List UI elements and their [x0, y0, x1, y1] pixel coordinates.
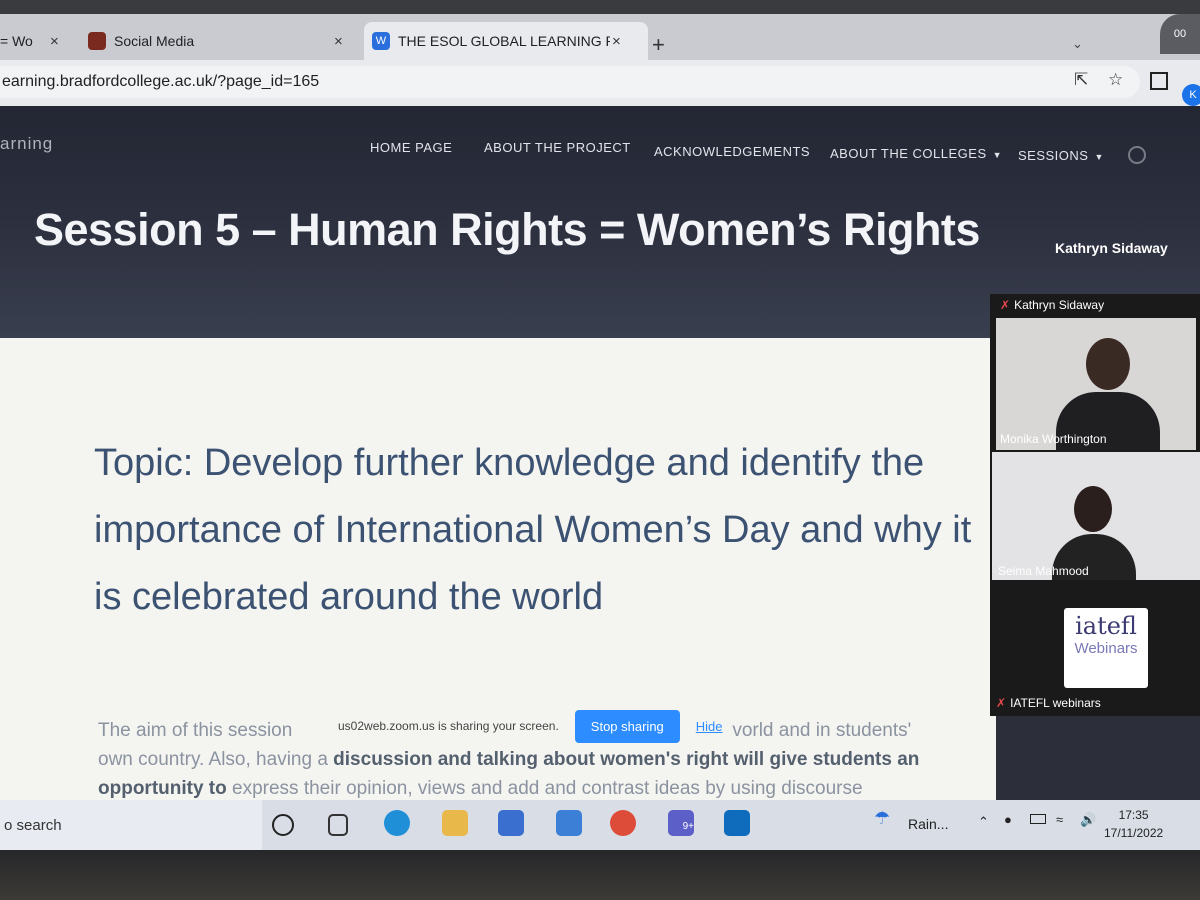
store-icon[interactable] [498, 810, 524, 836]
nav-label: ABOUT THE COLLEGES [830, 146, 987, 161]
edge-icon[interactable] [384, 810, 410, 836]
close-icon[interactable]: × [50, 33, 59, 50]
clock-date: 17/11/2022 [1104, 826, 1164, 840]
volume-icon[interactable]: 🔊 [1080, 812, 1096, 828]
file-explorer-icon[interactable] [442, 810, 468, 836]
microphone-icon[interactable]: ● [1004, 812, 1012, 827]
screen-share-banner: us02web.zoom.us is sharing your screen. … [330, 708, 766, 744]
clock-time: 17:35 [1118, 808, 1149, 822]
body-line2a: own country. Also, having a [98, 749, 334, 770]
weather-text[interactable]: Rain... [908, 816, 948, 832]
cortana-icon[interactable] [272, 814, 294, 836]
participant-label: ✗ Kathryn Sidaway [1000, 298, 1104, 312]
taskbar-search[interactable]: o search [0, 800, 262, 850]
chrome-icon[interactable] [610, 810, 636, 836]
url-text: earning.bradfordcollege.ac.uk/?page_id=1… [2, 73, 320, 90]
task-view-icon[interactable] [328, 814, 348, 836]
battery-icon[interactable] [1030, 814, 1046, 824]
nav-sessions[interactable]: SESSIONS ▼ [1018, 148, 1104, 163]
profile-avatar[interactable]: K [1182, 84, 1200, 106]
wifi-icon[interactable]: ≈ [1056, 812, 1063, 827]
participant-name: IATEFL webinars [1010, 696, 1101, 710]
hide-banner-link[interactable]: Hide [696, 719, 723, 734]
iatefl-logo: iatefl Webinars [1064, 608, 1148, 688]
body-line3b: express their opinion, views and add and… [226, 778, 863, 799]
mic-muted-icon: ✗ [996, 696, 1007, 710]
nav-about-the-colleges[interactable]: ABOUT THE COLLEGES ▼ [830, 146, 1002, 161]
tab-esol-global-learning[interactable]: W THE ESOL GLOBAL LEARNING PR × [364, 22, 648, 60]
participant-name: Kathryn Sidaway [1014, 298, 1105, 312]
nav-about-the-project[interactable]: ABOUT THE PROJECT [484, 140, 631, 155]
stop-sharing-button[interactable]: Stop sharing [574, 709, 680, 743]
active-speaker-name: Kathryn Sidaway [1055, 240, 1168, 256]
tab-women[interactable]: = Wo × [0, 22, 72, 60]
outlook-icon[interactable] [724, 810, 750, 836]
page-title: Session 5 – Human Rights = Women’s Right… [34, 204, 980, 255]
topic-heading: Topic: Develop further knowledge and ide… [94, 442, 972, 618]
tab-search-chevron-icon[interactable]: ⌄ [1072, 36, 1083, 52]
teams-icon[interactable]: 9+ [668, 810, 694, 836]
monitor-screen: = Wo × Social Media × W THE ESOL GLOBAL … [0, 0, 1200, 900]
participant-head [1086, 338, 1130, 390]
close-icon[interactable]: × [612, 33, 621, 50]
bookmark-star-icon[interactable]: ☆ [1108, 70, 1123, 90]
body-line3-bold: opportunity to [98, 778, 227, 799]
caret-down-icon: ▼ [1094, 152, 1104, 162]
video-tile-monika[interactable]: Monika Worthington [996, 318, 1196, 450]
page-content: Topic: Develop further knowledge and ide… [0, 338, 996, 800]
tab-social-media[interactable]: Social Media × [88, 22, 358, 60]
nav-acknowledgements[interactable]: ACKNOWLEDGEMENTS [654, 144, 810, 159]
browser-tab-strip: = Wo × Social Media × W THE ESOL GLOBAL … [0, 14, 1200, 60]
tab-label: THE ESOL GLOBAL LEARNING PR [398, 33, 610, 49]
monitor-bezel [0, 850, 1200, 900]
body-start-text: The aim of this session [98, 720, 293, 741]
participant-head [1074, 486, 1112, 532]
body-line2c: will give students an [728, 749, 920, 770]
tab-label: Social Media [114, 33, 195, 49]
participant-label: ✗ IATEFL webinars [996, 696, 1101, 710]
nav-home-page[interactable]: HOME PAGE [370, 140, 452, 155]
logo-main-text: iatefl [1075, 612, 1137, 640]
favicon-icon [88, 32, 106, 50]
show-hidden-icons-icon[interactable]: ⌃ [978, 814, 989, 830]
nav-label: SESSIONS [1018, 148, 1089, 163]
video-tile-seima[interactable]: Seima Mahmood [992, 452, 1200, 580]
participant-name: Monika Worthington [1000, 432, 1107, 446]
mic-muted-icon: ✗ [1000, 298, 1011, 312]
browser-toolbar: earning.bradfordcollege.ac.uk/?page_id=1… [0, 60, 1200, 106]
body-line2-bold: discussion and talking about women's rig… [333, 749, 729, 770]
wordpress-favicon-icon: W [372, 32, 390, 50]
participant-name: Seima Mahmood [998, 564, 1089, 578]
taskbar-clock[interactable]: 17:35 17/11/2022 [1104, 806, 1163, 842]
share-message: us02web.zoom.us is sharing your screen. [338, 719, 559, 733]
address-bar[interactable]: earning.bradfordcollege.ac.uk/?page_id=1… [0, 66, 1140, 98]
teams-badge: 9+ [682, 821, 694, 832]
share-icon[interactable]: ⇱ [1074, 70, 1088, 90]
windows-taskbar: o search 9+ ☂ Rain... ⌃ ● ≈ 🔊 [0, 800, 1200, 850]
tab-label: = Wo [0, 33, 33, 49]
caret-down-icon: ▼ [992, 150, 1003, 160]
window-control-button[interactable]: 00 [1160, 14, 1200, 54]
sidebar-toggle-icon[interactable] [1150, 72, 1168, 90]
search-icon[interactable] [1128, 146, 1146, 164]
weather-icon[interactable]: ☂ [874, 808, 890, 829]
logo-sub-text: Webinars [1074, 640, 1138, 657]
mail-icon[interactable] [556, 810, 582, 836]
site-brand[interactable]: arning [0, 134, 53, 154]
close-icon[interactable]: × [334, 33, 343, 50]
new-tab-button[interactable]: + [652, 32, 665, 58]
